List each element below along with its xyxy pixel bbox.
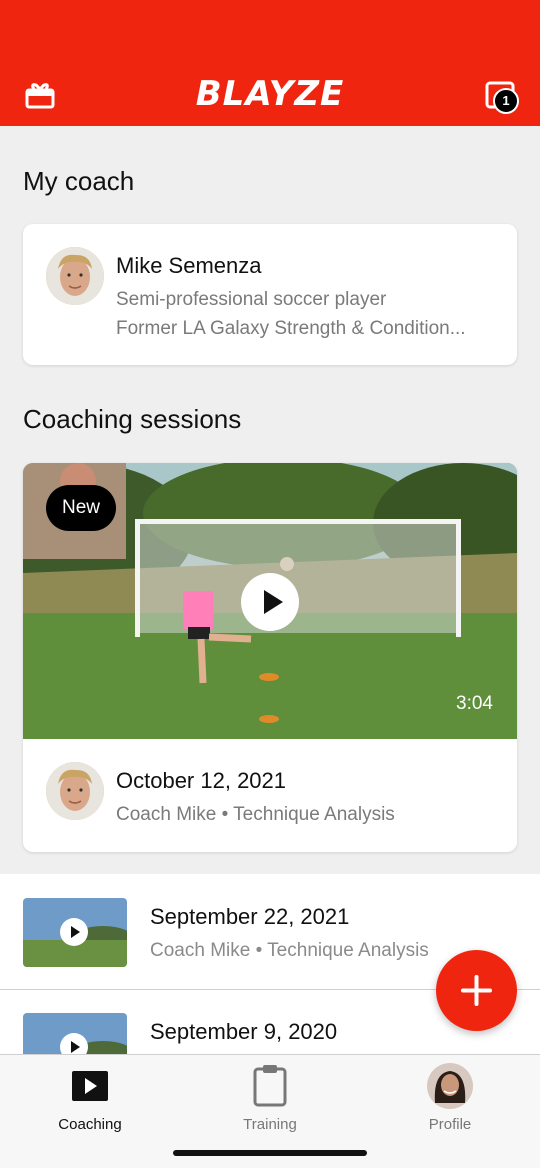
play-button-icon[interactable] bbox=[241, 573, 299, 631]
coach-credentials: Former LA Galaxy Strength & Condition... bbox=[116, 318, 466, 339]
play-icon bbox=[72, 1071, 108, 1101]
coach-description: Semi-professional soccer player bbox=[116, 289, 387, 310]
tab-training[interactable]: Training bbox=[180, 1055, 360, 1145]
app-header: BLAYZE 1 bbox=[0, 0, 540, 126]
session-meta: Coach Mike • Technique Analysis bbox=[116, 804, 395, 825]
featured-session-card[interactable]: New 3:04 October 12, 2021 Coach Mike • T… bbox=[23, 463, 517, 852]
add-session-button[interactable] bbox=[436, 950, 517, 1031]
coach-avatar-small bbox=[46, 762, 104, 820]
play-icon bbox=[60, 918, 88, 946]
coaching-sessions-title: Coaching sessions bbox=[23, 404, 242, 434]
coach-name: Mike Semenza bbox=[116, 253, 262, 278]
tab-label: Coaching bbox=[58, 1116, 122, 1133]
app-logo: BLAYZE bbox=[195, 74, 345, 114]
session-date: October 12, 2021 bbox=[116, 768, 287, 793]
home-indicator[interactable] bbox=[173, 1150, 367, 1156]
session-thumbnail bbox=[23, 898, 127, 967]
tab-label: Profile bbox=[428, 1116, 472, 1133]
clipboard-icon bbox=[253, 1065, 287, 1107]
session-video-thumbnail[interactable]: New 3:04 bbox=[23, 463, 517, 739]
coach-card[interactable]: Mike Semenza Semi-professional soccer pl… bbox=[23, 224, 517, 365]
coach-avatar bbox=[46, 247, 104, 305]
session-date: September 22, 2021 bbox=[150, 904, 350, 929]
new-badge: New bbox=[46, 485, 117, 531]
avatar bbox=[427, 1063, 473, 1109]
notification-badge: 1 bbox=[493, 88, 519, 114]
video-duration: 3:04 bbox=[456, 693, 493, 714]
tab-coaching[interactable]: Coaching bbox=[0, 1055, 180, 1145]
session-meta: Coach Mike • Technique Analysis bbox=[150, 940, 429, 961]
my-coach-title: My coach bbox=[23, 166, 135, 196]
session-date: September 9, 2020 bbox=[150, 1019, 338, 1044]
tab-profile[interactable]: Profile bbox=[360, 1055, 540, 1145]
plus-icon bbox=[461, 975, 492, 1006]
tab-label: Training bbox=[243, 1116, 297, 1133]
